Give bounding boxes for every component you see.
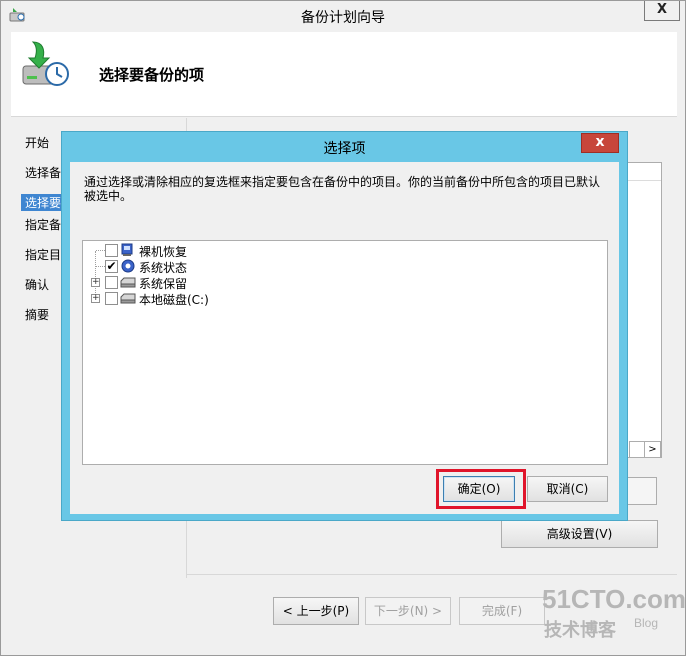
step-summary[interactable]: 摘要 <box>25 306 49 323</box>
tree-item-local-disk-c: + 本地磁盘(C:) <box>83 290 607 307</box>
background-horizontal-scrollbar[interactable]: > <box>629 441 661 458</box>
system-state-checkbox[interactable]: ✔ <box>105 260 118 273</box>
drive-icon <box>120 277 136 288</box>
system-reserved-checkbox[interactable] <box>105 276 118 289</box>
expand-local-disk-icon[interactable]: + <box>91 294 100 303</box>
bare-metal-checkbox[interactable] <box>105 244 118 257</box>
tree-item-system-state: ✔ 系统状态 <box>83 258 607 275</box>
watermark-tech-blog: 技术博客 <box>544 620 616 641</box>
tree-item-system-reserved: + 系统保留 <box>83 274 607 291</box>
dialog-title-bar: 选择项 <box>62 132 627 160</box>
system-state-icon <box>121 259 135 273</box>
drive-icon <box>120 293 136 304</box>
watermark-domain: 51CTO.com <box>542 584 686 614</box>
site-watermark: 51CTO.com 技术博客 Blog <box>542 584 686 644</box>
page-title: 选择要备份的项 <box>99 66 205 84</box>
advanced-settings-button[interactable]: 高级设置(V) <box>501 520 658 548</box>
local-disk-c-label: 本地磁盘(C:) <box>139 293 209 307</box>
tree-item-bare-metal: 裸机恢复 <box>83 242 607 259</box>
dialog-body: 通过选择或清除相应的复选框来指定要包含在备份中的项目。你的当前备份中所包含的项目… <box>70 162 619 514</box>
dialog-title: 选择项 <box>323 141 366 157</box>
step-select-backup-config[interactable]: 选择备 <box>25 164 61 181</box>
step-start[interactable]: 开始 <box>25 134 49 151</box>
watermark-blog: Blog <box>634 616 659 630</box>
scroll-right-icon[interactable]: > <box>644 442 660 457</box>
dialog-close-button[interactable]: x <box>581 133 619 153</box>
cancel-button[interactable]: 取消(C) <box>527 476 608 502</box>
expand-system-reserved-icon[interactable]: + <box>91 278 100 287</box>
step-specify-backup-time[interactable]: 指定备 <box>25 216 61 233</box>
previous-button[interactable]: < 上一步(P) <box>273 597 359 625</box>
backup-wizard-icon <box>22 41 69 86</box>
next-button[interactable]: 下一步(N) > <box>365 597 451 625</box>
dialog-description: 通过选择或清除相应的复选框来指定要包含在备份中的项目。你的当前备份中所包含的项目… <box>84 175 601 203</box>
items-tree: 裸机恢复 ✔ 系统状态 + 系统保留 + 本地磁盘(C:) <box>82 240 608 465</box>
window-title: 备份计划向导 <box>301 10 385 26</box>
ok-button-highlight <box>436 469 526 509</box>
window-title-bar: 备份计划向导 <box>1 1 685 31</box>
footer-divider <box>187 574 677 575</box>
step-confirm[interactable]: 确认 <box>25 276 49 293</box>
window-close-button[interactable]: X <box>644 1 680 21</box>
local-disk-c-checkbox[interactable] <box>105 292 118 305</box>
finish-button[interactable]: 完成(F) <box>459 597 545 625</box>
step-specify-destination[interactable]: 指定目 <box>25 246 61 263</box>
bare-metal-icon <box>121 243 133 256</box>
select-items-dialog: 选择项 x 通过选择或清除相应的复选框来指定要包含在备份中的项目。你的当前备份中… <box>61 131 628 521</box>
wizard-header: 选择要备份的项 <box>11 32 677 117</box>
